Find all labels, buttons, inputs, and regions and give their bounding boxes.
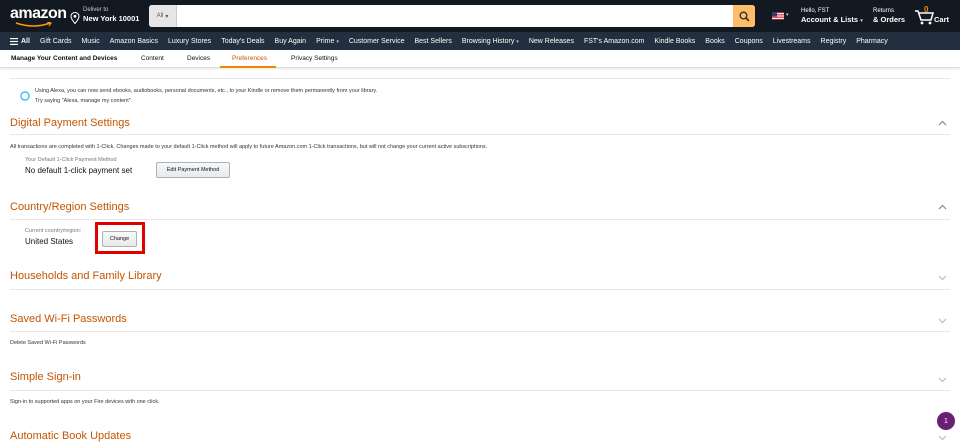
nav-link-livestreams[interactable]: Livestreams <box>773 38 811 45</box>
nav-link-fst-amazon[interactable]: FST's Amazon.com <box>584 38 644 45</box>
nav-link-music[interactable]: Music <box>81 38 99 45</box>
nav-link-books[interactable]: Books <box>705 38 724 45</box>
nav-link-customer-service[interactable]: Customer Service <box>349 38 405 45</box>
language-caret-icon: ▾ <box>786 12 789 18</box>
deliver-label: Deliver to <box>83 7 109 13</box>
chevron-down-icon[interactable] <box>938 377 947 383</box>
greeting-text: Hello, FST <box>801 8 830 14</box>
search-input[interactable] <box>177 5 733 27</box>
highlight-box <box>95 222 145 254</box>
payment-method-label: Your Default 1-Click Payment Method <box>25 157 117 163</box>
chevron-up-icon[interactable] <box>938 120 947 126</box>
deliver-location: New York 10001 <box>83 14 140 23</box>
alexa-tip-text: Using Alexa, you can now send ebooks, au… <box>35 88 378 94</box>
prime-caret-icon: ▾ <box>336 38 339 45</box>
wifi-description: Delete Saved Wi-Fi Passwords <box>10 340 86 346</box>
search-icon <box>739 11 750 22</box>
account-label: Account & Lists <box>801 15 859 24</box>
cart-count: 0 <box>924 5 929 14</box>
section-divider <box>10 289 950 290</box>
main-nav: All Gift Cards Music Amazon Basics Luxur… <box>0 32 960 50</box>
hamburger-icon <box>10 37 18 45</box>
logo-smile-icon <box>15 22 52 27</box>
tab-preferences[interactable]: Preferences <box>232 55 267 62</box>
nav-link-todays-deals[interactable]: Today's Deals <box>221 38 264 45</box>
nav-link-pharmacy[interactable]: Pharmacy <box>856 38 888 45</box>
tab-content[interactable]: Content <box>141 55 164 62</box>
sign-in-description: Sign-in to supported apps on your Fire d… <box>10 399 160 405</box>
nav-link-amazon-basics[interactable]: Amazon Basics <box>110 38 158 45</box>
nav-all-button[interactable]: All <box>10 37 30 45</box>
section-title-book-updates[interactable]: Automatic Book Updates <box>10 430 131 442</box>
returns-label: Returns <box>873 8 895 14</box>
search-category-select[interactable]: All ▾ <box>149 5 177 27</box>
section-title-digital-payment[interactable]: Digital Payment Settings <box>10 117 130 129</box>
chevron-down-icon[interactable] <box>938 318 947 324</box>
section-title-wifi[interactable]: Saved Wi-Fi Passwords <box>10 313 127 325</box>
nav-link-prime[interactable]: Prime ▾ <box>316 38 339 45</box>
nav-link-gift-cards[interactable]: Gift Cards <box>40 38 72 45</box>
deliver-to[interactable]: Deliver to New York 10001 <box>70 6 139 24</box>
subnav-title[interactable]: Manage Your Content and Devices <box>11 55 117 62</box>
section-title-households[interactable]: Households and Family Library <box>10 270 162 282</box>
chevron-up-icon[interactable] <box>938 204 947 210</box>
divider <box>10 78 950 79</box>
search-bar: All ▾ <box>149 5 755 27</box>
active-tab-indicator <box>220 66 276 68</box>
country-region-label: Current country/region: <box>25 228 82 234</box>
section-divider <box>10 331 950 332</box>
search-category-label: All <box>156 13 164 19</box>
alexa-icon <box>20 91 30 101</box>
location-pin-icon <box>70 12 80 24</box>
nav-link-kindle-books[interactable]: Kindle Books <box>654 38 695 45</box>
nav-browsing-label: Browsing History <box>461 37 515 45</box>
chevron-down-icon[interactable] <box>938 275 947 281</box>
section-title-country-region[interactable]: Country/Region Settings <box>10 201 129 213</box>
orders-label: & Orders <box>873 15 906 24</box>
content-devices-subnav: Manage Your Content and Devices Content … <box>0 50 960 68</box>
cart-label: Cart <box>934 15 950 24</box>
chevron-down-icon[interactable] <box>938 435 947 441</box>
nav-prime-label: Prime <box>316 37 335 45</box>
tab-privacy-settings[interactable]: Privacy Settings <box>291 55 338 62</box>
returns-orders[interactable]: Returns & Orders <box>873 7 905 25</box>
section-divider <box>10 390 950 391</box>
section-title-sign-in[interactable]: Simple Sign-in <box>10 371 81 383</box>
cart-button[interactable]: 0 Cart <box>914 5 954 26</box>
account-menu[interactable]: Hello, FST Account & Lists ▾ <box>801 7 863 26</box>
logo-text: amazon <box>10 5 67 22</box>
nav-all-label: All <box>21 37 30 45</box>
section-divider <box>10 134 950 135</box>
nav-link-luxury-stores[interactable]: Luxury Stores <box>168 38 211 45</box>
notification-badge[interactable]: 1 <box>937 412 955 430</box>
browsing-caret-icon: ▾ <box>516 38 519 45</box>
nav-link-new-releases[interactable]: New Releases <box>529 38 574 45</box>
nav-link-registry[interactable]: Registry <box>821 38 847 45</box>
country-region-value: United States <box>25 237 74 246</box>
us-flag-icon[interactable] <box>772 12 784 20</box>
search-button[interactable] <box>733 5 755 27</box>
caret-down-icon: ▾ <box>165 13 169 20</box>
alexa-example-text: Try saying "Alexa, manage my content". <box>35 98 133 104</box>
amazon-logo[interactable]: amazon <box>10 5 67 27</box>
digital-payment-description: All transactions are completed with 1-Cl… <box>10 144 488 150</box>
payment-method-value: No default 1-click payment set <box>25 166 133 175</box>
nav-link-browsing-history[interactable]: Browsing History ▾ <box>462 38 519 45</box>
account-caret-icon: ▾ <box>860 18 863 24</box>
section-divider <box>10 219 950 220</box>
nav-link-coupons[interactable]: Coupons <box>735 38 763 45</box>
tab-devices[interactable]: Devices <box>187 55 210 62</box>
edit-payment-method-button[interactable]: Edit Payment Method <box>156 162 230 178</box>
nav-link-buy-again[interactable]: Buy Again <box>275 38 307 45</box>
nav-link-best-sellers[interactable]: Best Sellers <box>414 38 451 45</box>
top-header: amazon Deliver to New York 10001 All ▾ ▾… <box>0 0 960 32</box>
